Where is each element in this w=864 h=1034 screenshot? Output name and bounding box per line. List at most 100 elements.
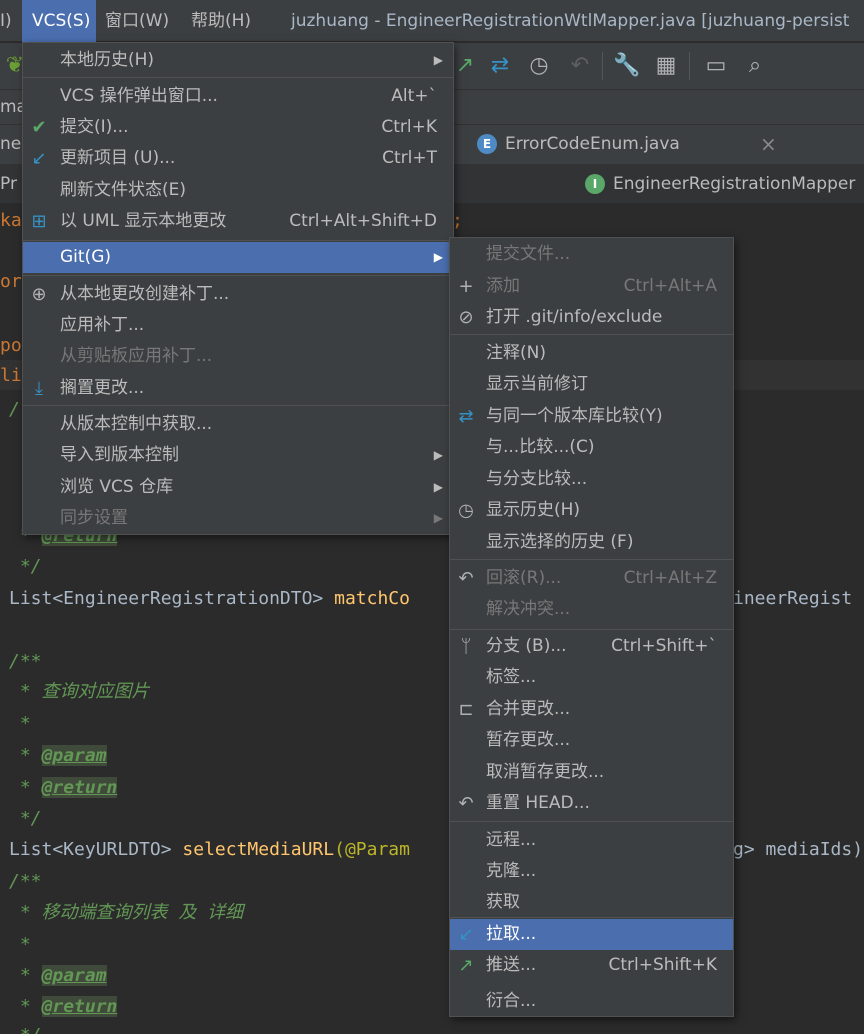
vcs-item-label: 从本地更改创建补丁... [60, 284, 230, 304]
git-item[interactable]: 与...比较...(C) [450, 432, 733, 463]
git-item[interactable]: ᛘ 分支 (B)... Ctrl+Shift+` [450, 631, 733, 662]
vcs-item-label: 刷新文件状态(E) [60, 180, 187, 200]
push-icon[interactable]: ↗ [450, 51, 480, 81]
vcs-item-label: 更新项目 (U)... [60, 148, 176, 168]
git-item[interactable]: 获取 [450, 887, 733, 918]
shortcut-hint: Ctrl+Shift+K [608, 955, 717, 975]
git-item-label: 与...比较...(C) [486, 437, 595, 457]
vcs-item[interactable]: ✔ 提交(I)... Ctrl+K [23, 112, 453, 143]
git-item-label: 暂存更改... [486, 730, 571, 750]
vcs-item[interactable]: 浏览 VCS 仓库 ▶ [23, 472, 453, 503]
git-item[interactable]: 远程... [450, 825, 733, 856]
menu-window[interactable]: 窗口(W) [105, 0, 169, 42]
tab-error-code-enum[interactable]: E ErrorCodeEnum.java [477, 124, 787, 164]
code-comment-line: * @return [9, 777, 118, 798]
vcs-item[interactable]: 本地历史(H) ▶ [23, 45, 453, 76]
git-item[interactable]: 克隆... [450, 856, 733, 887]
rollback-icon: ↶ [458, 568, 474, 589]
code-line: * [9, 713, 31, 734]
javadoc-param-tag: @param [41, 745, 107, 766]
git-item-label: 回滚(R)... [486, 568, 562, 588]
vcs-item: 从剪贴板应用补丁... [23, 341, 453, 372]
git-item-label: 远程... [486, 830, 537, 850]
history-icon[interactable]: ◷ [524, 51, 554, 81]
vcs-item-label: 本地历史(H) [60, 50, 155, 70]
shortcut-hint: Ctrl+T [382, 148, 437, 168]
vcs-item[interactable]: 导入到版本控制 ▶ [23, 440, 453, 471]
patch-icon: ⊕ [31, 284, 47, 305]
shelve-icon: ⤓ [35, 378, 43, 399]
vcs-item-label: 浏览 VCS 仓库 [60, 477, 174, 497]
vcs-item[interactable]: ⊞ 以 UML 显示本地更改 Ctrl+Alt+Shift+D [23, 206, 453, 237]
vcs-item[interactable]: 应用补丁... [23, 310, 453, 341]
menu-vcs[interactable]: VCS(S) [22, 0, 96, 42]
code-line: */ [9, 556, 42, 577]
vcs-item[interactable]: ⊕ 从本地更改创建补丁... [23, 279, 453, 310]
submenu-arrow-icon: ▶ [433, 448, 443, 462]
vcs-item[interactable]: 刷新文件状态(E) [23, 175, 453, 206]
git-item[interactable]: ↗ 推送... Ctrl+Shift+K [450, 950, 733, 981]
checkmark-icon: ✔ [31, 117, 47, 138]
git-item[interactable]: 取消暂存更改... [450, 757, 733, 788]
menu-separator [450, 917, 733, 918]
vcs-item[interactable]: Git(G) ▶ [23, 242, 453, 273]
git-item[interactable]: 暂存更改... [450, 725, 733, 756]
git-item-label: 与分支比较... [486, 469, 588, 489]
toolbar-divider [602, 52, 603, 80]
merge-icon: ⊏ [458, 699, 474, 720]
breadcrumb-interface[interactable]: I EngineerRegistrationMapper [585, 164, 855, 204]
vcs-dropdown-menu: 本地历史(H) ▶ VCS 操作弹出窗口... Alt+` ✔ 提交(I)... Ctrl+… [22, 42, 454, 535]
git-item[interactable]: 注释(N) [450, 338, 733, 369]
git-item[interactable]: ⊏ 合并更改... [450, 694, 733, 725]
git-item: 提交文件... [450, 239, 733, 270]
git-item-label: 克隆... [486, 861, 537, 881]
git-item[interactable]: 显示当前修订 [450, 369, 733, 400]
code-line: * 移动端查询列表 及 详细 [9, 902, 244, 923]
git-item[interactable]: ⇄ 与同一个版本库比较(Y) [450, 401, 733, 432]
compare-icon[interactable]: ⇄ [485, 51, 515, 81]
settings-icon[interactable]: 🔧 [612, 51, 642, 81]
vcs-item[interactable]: VCS 操作弹出窗口... Alt+` [23, 81, 453, 112]
menu-separator [23, 405, 453, 406]
git-item-label: 显示选择的历史 (F) [486, 532, 634, 552]
reset-icon: ↶ [458, 793, 474, 814]
vcs-item-label: VCS 操作弹出窗口... [60, 86, 218, 106]
update-icon: ↙ [31, 148, 47, 169]
code-method-name: matchCo [334, 588, 410, 609]
git-item[interactable]: ↙ 拉取... [450, 919, 733, 950]
breadcrumb-partial[interactable]: Pr [0, 164, 17, 204]
menu-help[interactable]: 帮助(H) [191, 0, 251, 42]
vcs-item[interactable]: 从版本控制中获取... [23, 409, 453, 440]
tab-close-icon[interactable]: × [760, 124, 777, 164]
git-item-label: 拉取... [486, 924, 537, 944]
window-title: juzhuang - EngineerRegistrationWtlMapper… [291, 11, 850, 31]
search-icon[interactable]: ⌕ [740, 51, 770, 81]
terminal-icon[interactable]: ▭ [701, 51, 731, 81]
code-method-line: List<EngineerRegistrationDTO> matchCo [9, 585, 410, 613]
vcs-item-label: 同步设置 [60, 508, 128, 528]
structure-icon[interactable]: ▦ [651, 51, 681, 81]
git-item[interactable]: 与分支比较... [450, 464, 733, 495]
git-item[interactable]: 衍合... [450, 986, 733, 1017]
code-type: List<KeyURLDTO> [9, 839, 183, 860]
submenu-arrow-icon: ▶ [433, 250, 443, 264]
rollback-icon[interactable]: ↶ [565, 51, 595, 81]
code-line: g> mediaIds) [733, 839, 864, 860]
git-item[interactable]: 显示选择的历史 (F) [450, 527, 733, 558]
code-comment-line: * @param [9, 965, 107, 986]
shortcut-hint: Ctrl+K [381, 117, 437, 137]
history-icon: ◷ [458, 500, 474, 521]
shortcut-hint: Alt+` [391, 86, 437, 106]
git-item[interactable]: 标签... [450, 662, 733, 693]
code-method-name: selectMediaURL [182, 839, 335, 860]
git-item[interactable]: ↶ 重置 HEAD... [450, 788, 733, 819]
git-item[interactable]: ⊘ 打开 .git/info/exclude [450, 302, 733, 333]
uml-icon: ⊞ [31, 211, 47, 232]
menu-partial-item[interactable]: I) [0, 0, 18, 42]
git-item[interactable]: ◷ 显示历史(H) [450, 495, 733, 526]
vcs-item[interactable]: ↙ 更新项目 (U)... Ctrl+T [23, 143, 453, 174]
vcs-item[interactable]: ⤓ 搁置更改... [23, 373, 453, 404]
git-item: ↶ 回滚(R)... Ctrl+Alt+Z [450, 563, 733, 594]
git-item-label: 标签... [486, 667, 537, 687]
tab-partial[interactable]: ne [0, 124, 21, 164]
